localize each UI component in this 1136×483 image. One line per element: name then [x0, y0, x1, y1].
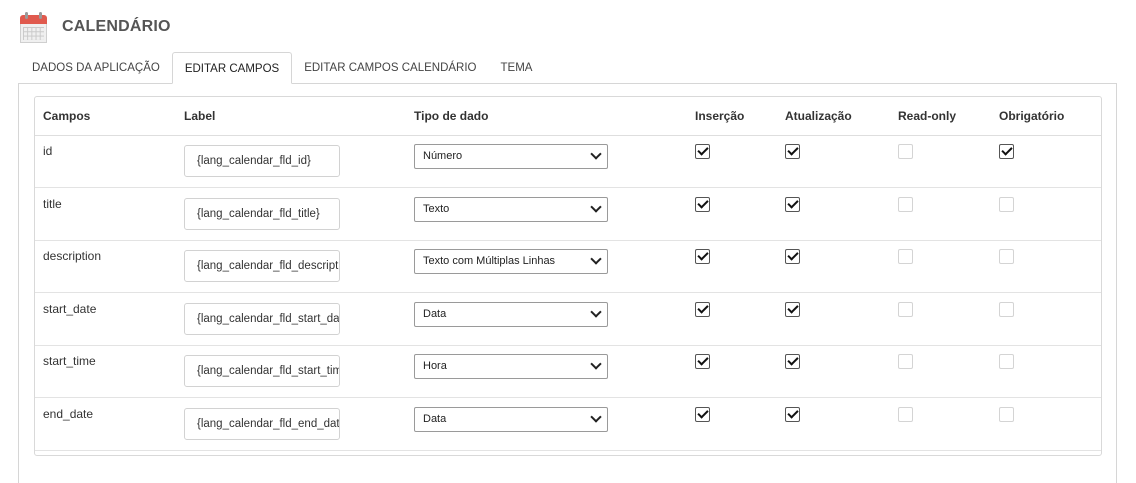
tab-dados-da-aplicacao[interactable]: DADOS DA APLICAÇÃO — [20, 52, 172, 84]
column-header-readonly: Read-only — [898, 109, 957, 123]
data-type-value: Texto com Múltiplas Linhas — [423, 255, 556, 268]
obrigatorio-checkbox[interactable] — [999, 354, 1014, 370]
tab-editar-campos[interactable]: EDITAR CAMPOS — [171, 52, 293, 84]
table-header: Campos Label Tipo de dado Inserção Atual… — [35, 97, 1101, 136]
chevron-down-icon — [590, 148, 602, 160]
atualizacao-checkbox[interactable] — [785, 354, 800, 370]
atualizacao-checkbox[interactable] — [785, 196, 800, 212]
obrigatorio-checkbox[interactable] — [999, 301, 1014, 317]
insercao-checkbox[interactable] — [695, 301, 710, 317]
table-row: end_date {lang_calendar_fld_end_date} Data — [35, 398, 1101, 451]
chevron-down-icon — [590, 253, 602, 265]
obrigatorio-checkbox[interactable] — [999, 144, 1014, 159]
chevron-down-icon — [590, 306, 602, 318]
label-input[interactable]: {lang_calendar_fld_start_date} — [184, 302, 340, 335]
data-type-value: Texto — [423, 202, 450, 215]
column-header-tipo: Tipo de dado — [414, 109, 489, 123]
insercao-checkbox[interactable] — [695, 196, 710, 212]
column-header-atualizacao: Atualização — [785, 109, 852, 123]
atualizacao-checkbox[interactable] — [785, 407, 800, 422]
data-type-select[interactable]: Data — [414, 407, 608, 432]
readonly-checkbox[interactable] — [898, 249, 913, 265]
field-name: id — [43, 144, 53, 158]
field-name: end_date — [43, 407, 94, 421]
column-header-obrigatorio: Obrigatório — [999, 109, 1065, 123]
field-name: description — [43, 249, 102, 264]
page-title: CALENDÁRIO — [62, 18, 171, 35]
tab-editar-campos-calendario[interactable]: EDITAR CAMPOS CALENDÁRIO — [292, 52, 488, 84]
data-type-select[interactable]: Número — [414, 144, 608, 169]
atualizacao-checkbox[interactable] — [785, 144, 800, 159]
readonly-checkbox[interactable] — [898, 144, 913, 159]
data-type-select[interactable]: Texto com Múltiplas Linhas — [414, 249, 608, 275]
insercao-checkbox[interactable] — [695, 249, 710, 265]
chevron-down-icon — [590, 358, 602, 371]
data-type-select[interactable]: Hora — [414, 354, 608, 380]
label-input[interactable]: {lang_calendar_fld_title} — [184, 197, 340, 230]
table-row: start_date {lang_calendar_fld_start_date}… — [35, 293, 1101, 346]
field-name: start_time — [43, 354, 96, 369]
label-input[interactable]: {lang_calendar_fld_id} — [184, 145, 340, 177]
readonly-checkbox[interactable] — [898, 407, 913, 422]
chevron-down-icon — [590, 411, 602, 423]
table-row: start_time {lang_calendar_fld_start_time}… — [35, 345, 1101, 399]
tab-bar: DADOS DA APLICAÇÃO EDITAR CAMPOS EDITAR … — [20, 52, 544, 84]
tab-tema[interactable]: TEMA — [489, 52, 545, 84]
chevron-down-icon — [590, 200, 602, 213]
label-input[interactable]: {lang_calendar_fld_end_date} — [184, 408, 340, 440]
obrigatorio-checkbox[interactable] — [999, 249, 1014, 265]
data-type-select[interactable]: Texto — [414, 196, 608, 222]
column-header-campos: Campos — [43, 109, 91, 123]
field-name: start_date — [43, 301, 97, 316]
calendar-icon — [20, 11, 47, 43]
atualizacao-checkbox[interactable] — [785, 249, 800, 265]
atualizacao-checkbox[interactable] — [785, 301, 800, 317]
table-row: id {lang_calendar_fld_id} Número — [35, 135, 1101, 188]
readonly-checkbox[interactable] — [898, 301, 913, 317]
table-row: title {lang_calendar_fld_title} Texto — [35, 188, 1101, 241]
data-type-select[interactable]: Data — [414, 301, 608, 327]
label-input[interactable]: {lang_calendar_fld_start_time} — [184, 355, 340, 388]
column-header-label: Label — [184, 109, 216, 123]
insercao-checkbox[interactable] — [695, 144, 710, 159]
readonly-checkbox[interactable] — [898, 354, 913, 370]
field-name: title — [43, 196, 62, 211]
data-type-value: Data — [423, 307, 447, 320]
page-header: CALENDÁRIO — [20, 10, 171, 44]
insercao-checkbox[interactable] — [695, 354, 710, 370]
table-row: description {lang_calendar_fld_descriptio… — [35, 240, 1101, 294]
data-type-value: Número — [423, 150, 463, 162]
insercao-checkbox[interactable] — [695, 407, 710, 422]
fields-table: Campos Label Tipo de dado Inserção Atual… — [34, 96, 1102, 456]
readonly-checkbox[interactable] — [898, 196, 913, 212]
data-type-value: Hora — [423, 360, 447, 373]
label-input[interactable]: {lang_calendar_fld_description} — [184, 250, 340, 283]
data-type-value: Data — [423, 413, 447, 425]
obrigatorio-checkbox[interactable] — [999, 407, 1014, 422]
column-header-insercao: Inserção — [695, 109, 745, 123]
obrigatorio-checkbox[interactable] — [999, 196, 1014, 212]
